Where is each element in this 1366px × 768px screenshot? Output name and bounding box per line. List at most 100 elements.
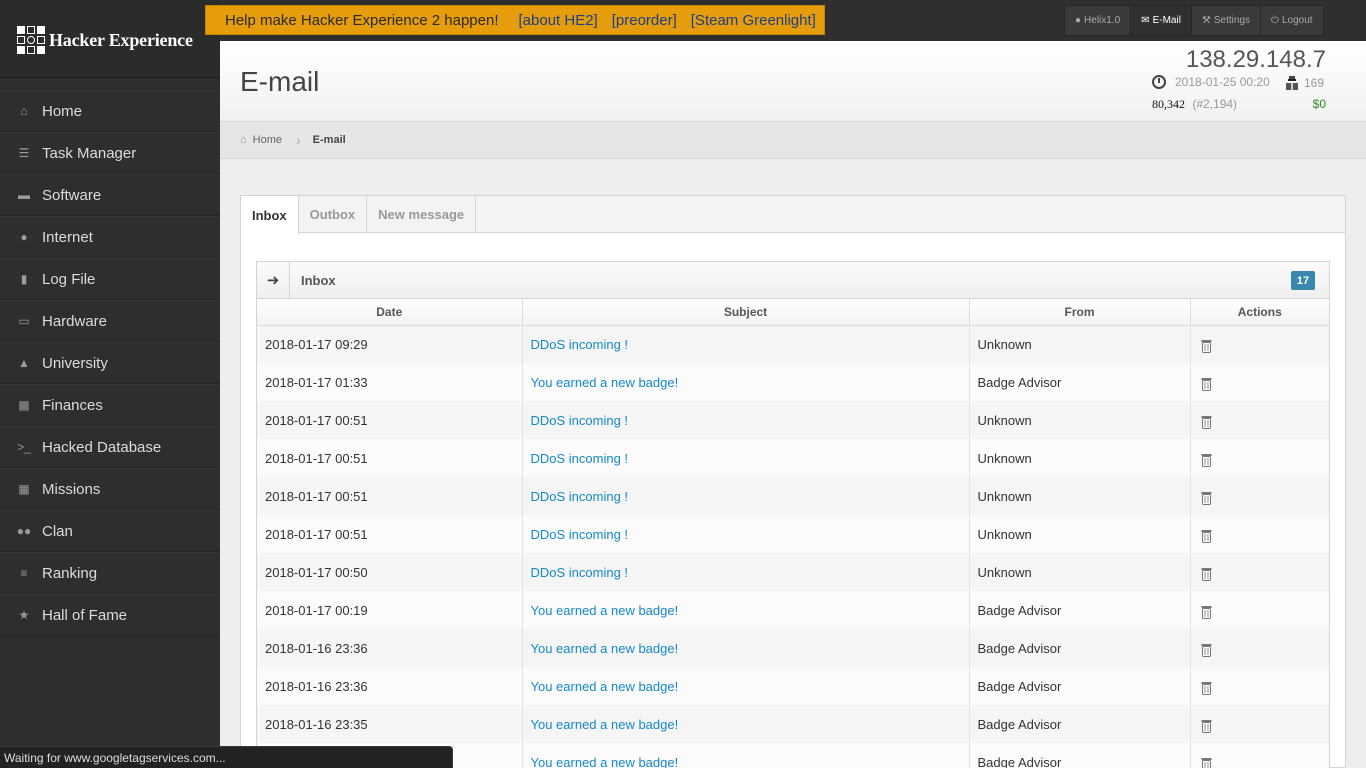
sidebar-item-hardware[interactable]: ▭ Hardware — [0, 300, 220, 342]
banner-message: Help make Hacker Experience 2 happen! — [225, 11, 499, 29]
email-actions — [1190, 591, 1329, 629]
trash-icon[interactable] — [1201, 605, 1212, 619]
tab-inbox[interactable]: Inbox — [241, 196, 299, 234]
logo-icon — [17, 26, 45, 54]
trash-icon[interactable] — [1201, 681, 1212, 695]
trash-icon[interactable] — [1201, 529, 1212, 543]
logo[interactable]: Hacker Experience — [0, 0, 220, 78]
email-subject-link[interactable]: DDoS incoming ! — [531, 451, 629, 466]
email-subject-link[interactable]: DDoS incoming ! — [531, 337, 629, 352]
sidebar-item-software[interactable]: ▬ Software — [0, 174, 220, 216]
sidebar-item-ranking[interactable]: ≡ Ranking — [0, 552, 220, 594]
email-actions — [1190, 439, 1329, 477]
sidebar-item-label: Software — [42, 186, 102, 204]
column-header-date: Date — [257, 299, 523, 326]
email-subject-link[interactable]: You earned a new badge! — [531, 717, 679, 732]
trash-icon[interactable] — [1201, 757, 1212, 768]
reputation-value: 169 — [1304, 76, 1325, 90]
settings-button[interactable]: ⚒ Settings — [1191, 5, 1262, 36]
page-title: E-mail — [240, 66, 320, 97]
email-subject-link[interactable]: You earned a new badge! — [531, 755, 679, 768]
column-header-subject: Subject — [522, 299, 970, 326]
folder-open-icon: ▬ — [18, 188, 30, 202]
trash-icon[interactable] — [1201, 339, 1212, 353]
email-subject-link[interactable]: DDoS incoming ! — [531, 413, 629, 428]
inbox-header: ➜ Inbox 17 — [257, 261, 1329, 299]
trash-icon[interactable] — [1201, 377, 1212, 391]
banner-link-preorder[interactable]: [preorder] — [612, 12, 677, 29]
user-menu-button[interactable]: ● Helix1.0 — [1064, 5, 1132, 36]
email-from: Unknown — [969, 515, 1191, 553]
email-subject-link[interactable]: You earned a new badge! — [531, 641, 679, 656]
email-from: Badge Advisor — [969, 705, 1191, 743]
sidebar-item-clan[interactable]: ●● Clan — [0, 510, 220, 552]
sidebar-item-task-manager[interactable]: ☰ Task Manager — [0, 132, 220, 174]
trash-icon[interactable] — [1201, 453, 1212, 467]
rank-value: (#2,194) — [1192, 97, 1238, 111]
sidebar: ⌂ Home ☰ Task Manager ▬ Software ● Internet … — [0, 78, 220, 768]
sidebar-item-hall-of-fame[interactable]: ★ Hall of Fame — [0, 594, 220, 636]
email-subject-link[interactable]: DDoS incoming ! — [531, 489, 629, 504]
money-value[interactable]: $0 — [1313, 97, 1326, 111]
chevron-right-icon: › — [296, 132, 301, 148]
inbox-rows: 2018-01-17 09:29 DDoS incoming ! Unknown 20… — [257, 325, 1329, 768]
ip-address[interactable]: 138.29.148.7 — [1186, 46, 1326, 74]
sidebar-item-internet[interactable]: ● Internet — [0, 216, 220, 258]
email-date: 2018-01-17 00:19 — [257, 591, 523, 629]
email-subject-cell: DDoS incoming ! — [522, 477, 970, 515]
email-subject-link[interactable]: DDoS incoming ! — [531, 527, 629, 542]
email-subject-cell: You earned a new badge! — [522, 591, 970, 629]
banner-link-about[interactable]: [about HE2] — [519, 12, 598, 29]
trash-icon[interactable] — [1201, 643, 1212, 657]
tab-outbox[interactable]: Outbox — [299, 196, 368, 233]
browser-status-bar: Waiting for www.googletagservices.com... — [0, 746, 453, 768]
table-row: 2018-01-17 09:29 DDoS incoming ! Unknown — [257, 325, 1329, 363]
trash-icon[interactable] — [1201, 491, 1212, 505]
email-actions — [1190, 553, 1329, 591]
table-row: 2018-01-16 23:35 You earned a new badge! B… — [257, 705, 1329, 743]
server-time-text: 2018-01-25 00:20 — [1175, 75, 1270, 89]
banner-link-greenlight[interactable]: [Steam Greenlight] — [691, 12, 816, 29]
email-subject-link[interactable]: You earned a new badge! — [531, 603, 679, 618]
sidebar-item-missions[interactable]: ▦ Missions — [0, 468, 220, 510]
email-date: 2018-01-16 23:36 — [257, 667, 523, 705]
sidebar-item-finances[interactable]: ▩ Finances — [0, 384, 220, 426]
table-row: 2018-01-17 00:19 You earned a new badge! B… — [257, 591, 1329, 629]
trash-icon[interactable] — [1201, 567, 1212, 581]
email-subject-link[interactable]: DDoS incoming ! — [531, 565, 629, 580]
email-date: 2018-01-17 00:51 — [257, 477, 523, 515]
desktop-icon: ▭ — [18, 314, 30, 328]
trash-icon[interactable] — [1201, 719, 1212, 733]
email-from: Unknown — [969, 477, 1191, 515]
inbox-title: Inbox — [301, 272, 336, 288]
email-actions — [1190, 363, 1329, 401]
tab-new-message[interactable]: New message — [367, 196, 477, 233]
reputation: 169 — [1286, 76, 1324, 90]
sidebar-item-home[interactable]: ⌂ Home — [0, 90, 220, 132]
sidebar-item-label: Finances — [42, 396, 103, 414]
email-button[interactable]: ✉ E-Mail — [1131, 5, 1192, 36]
sidebar-item-log-file[interactable]: ▮ Log File — [0, 258, 220, 300]
envelope-icon: ✉ — [1141, 15, 1150, 26]
sidebar-item-label: Clan — [42, 522, 73, 540]
arrow-right-icon: ➜ — [257, 261, 290, 299]
email-date: 2018-01-17 00:51 — [257, 401, 523, 439]
email-from: Unknown — [969, 325, 1191, 363]
email-tabs: Inbox Outbox New message — [241, 196, 1345, 234]
sidebar-item-university[interactable]: ▲ University — [0, 342, 220, 384]
breadcrumb-home[interactable]: Home — [253, 134, 282, 146]
book-icon: ▮ — [20, 272, 28, 286]
logout-button[interactable]: ⏻ Logout — [1261, 5, 1324, 36]
email-date: 2018-01-17 00:51 — [257, 515, 523, 553]
email-subject-link[interactable]: You earned a new badge! — [531, 375, 679, 390]
email-subject-cell: DDoS incoming ! — [522, 325, 970, 363]
email-subject-link[interactable]: You earned a new badge! — [531, 679, 679, 694]
trash-icon[interactable] — [1201, 415, 1212, 429]
sidebar-item-hacked-database[interactable]: >_ Hacked Database — [0, 426, 220, 468]
email-subject-cell: You earned a new badge! — [522, 705, 970, 743]
flask-icon: ▲ — [18, 356, 30, 370]
user-icon: ● — [1075, 15, 1082, 26]
sidebar-item-label: Home — [42, 102, 83, 120]
wrench-icon: ⚒ — [1201, 15, 1211, 26]
sidebar-item-label: Hardware — [42, 312, 108, 330]
